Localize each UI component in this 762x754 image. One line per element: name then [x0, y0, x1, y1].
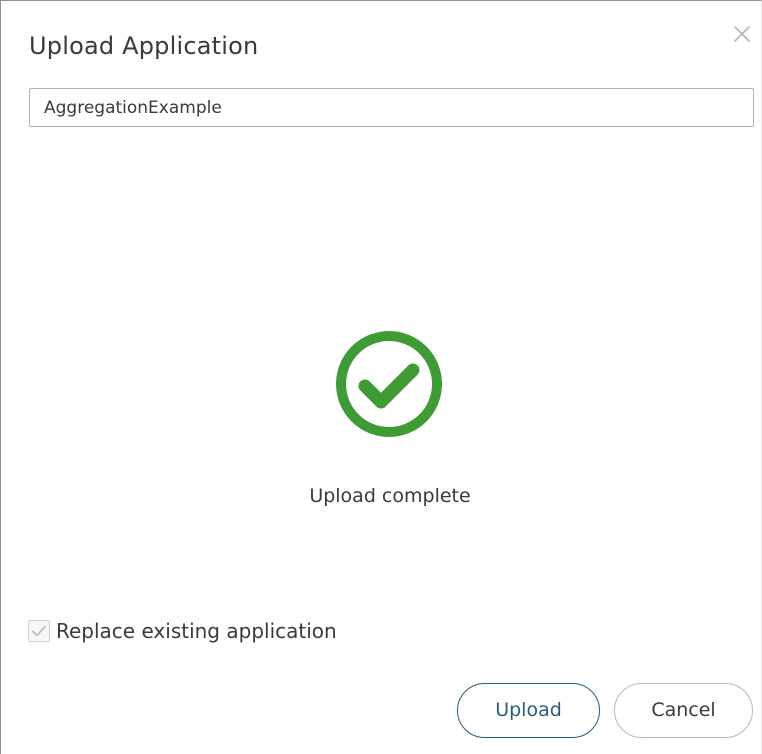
- upload-status-text: Upload complete: [309, 485, 471, 507]
- cancel-button[interactable]: Cancel: [614, 683, 753, 738]
- replace-existing-option[interactable]: Replace existing application: [28, 617, 337, 645]
- checkmark-icon: [32, 625, 46, 637]
- application-name-input[interactable]: [29, 88, 754, 127]
- check-circle-icon: [334, 329, 444, 439]
- replace-existing-label: Replace existing application: [56, 619, 337, 643]
- close-icon: [734, 26, 750, 42]
- upload-application-dialog: Upload Application Upload complete Repla…: [0, 0, 762, 754]
- replace-existing-checkbox[interactable]: [28, 620, 50, 642]
- dialog-title: Upload Application: [29, 32, 259, 60]
- upload-button[interactable]: Upload: [457, 683, 600, 738]
- close-button[interactable]: [729, 21, 755, 47]
